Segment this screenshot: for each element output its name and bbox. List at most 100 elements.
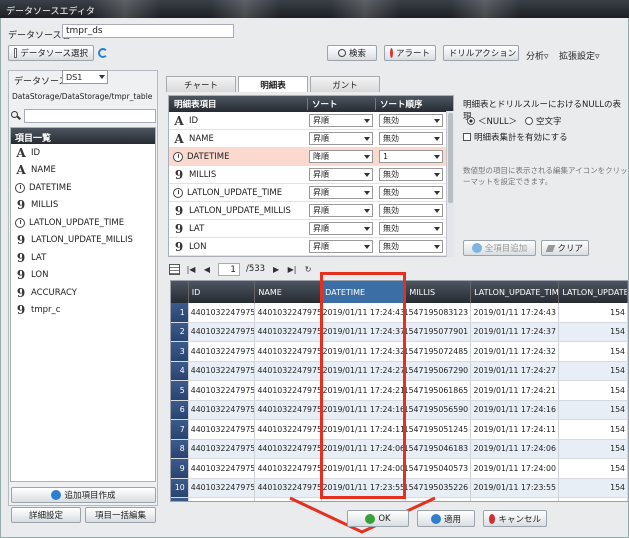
list-item[interactable]: 9 tmpr_c [11,302,155,320]
item-name: ID [189,115,199,126]
tab-detail[interactable]: 明細表 [238,76,308,92]
sort-order-select[interactable]: 無効 [379,240,443,253]
table-row[interactable]: LATLON_UPDATE_TIME 昇順 無効 [169,184,453,202]
drill-action-button[interactable]: ドリルアクション [443,45,519,61]
cancel-button[interactable]: キャンセル [483,510,547,527]
number-icon: 9 [174,239,184,254]
last-page-icon[interactable]: ▶| [287,264,297,274]
grid-cell: 2019/01/11 17:24:11 [471,420,560,439]
list-item-label: LAT [31,252,47,263]
add-all-items-button[interactable]: 全項目追加 [463,240,536,256]
sort-order-select[interactable]: 無効 [379,186,443,199]
item-search-input[interactable] [24,109,156,123]
grid-cell: 2019/01/11 17:24:00 [471,459,560,478]
sort-order-select[interactable]: 無効 [379,114,443,127]
refresh-icon[interactable] [98,48,108,58]
detail-items-scrollbar[interactable] [446,111,454,257]
extended-settings-menu[interactable]: 拡張設定▿ [559,49,600,62]
sort-select[interactable]: 昇順 [309,240,373,253]
sort-order-select[interactable]: 無効 [379,222,443,235]
chevron-down-icon [99,75,105,79]
select-datasource-button[interactable]: データソース選択 [8,45,94,61]
alert-label: アラート [395,49,430,59]
list-item-label: NAME [31,165,56,176]
analysis-menu[interactable]: 分析▿ [526,49,549,62]
clear-label: クリア [557,244,583,254]
search-icon [11,111,21,121]
list-item-label: LATLON_UPDATE_MILLIS [31,235,133,246]
tab-chart[interactable]: チャート [166,76,236,92]
table-row[interactable]: DATETIME 降順 1 [169,148,453,166]
list-item[interactable]: 9 LAT [11,249,155,267]
first-page-icon[interactable]: |◀ [186,264,196,274]
grid-cell: 440103224797527 [188,400,256,419]
column-header: 明細表項目 [174,100,217,110]
datasource-icon [14,48,18,58]
ok-button[interactable]: OK [347,510,409,527]
sort-order-select[interactable]: 1 [379,150,443,163]
scrollbar-thumb[interactable] [448,113,453,203]
grid-cell: 2019/01/11 17:23:49 [471,498,560,501]
column-header[interactable]: LATLON_UPDATE [559,281,628,303]
list-item[interactable]: A ID [11,144,155,162]
bulk-edit-button[interactable]: 項目一括編集 [85,507,156,523]
table-row[interactable]: 9 LAT 昇順 無効 [169,220,453,238]
empty-radio-option[interactable]: 空文字 [525,115,562,127]
sort-select[interactable]: 昇順 [309,114,373,127]
list-item[interactable]: 9 LATLON_UPDATE_MILLIS [11,232,155,250]
column-header[interactable]: ID [189,281,256,303]
radio-selected-icon [467,117,475,125]
list-item[interactable]: LATLON_UPDATE_TIME [11,214,155,232]
prev-page-icon[interactable]: ◀ [202,264,212,274]
sort-select[interactable]: 降順 [309,150,373,163]
sort-select[interactable]: 昇順 [309,132,373,145]
item-name-cell: DATETIME [169,151,307,162]
refresh-icon[interactable]: ↻ [303,264,313,274]
list-item[interactable]: A NAME [11,162,155,180]
table-row[interactable]: 9 MILLIS 昇順 無効 [169,166,453,184]
sort-order-select[interactable]: 無効 [379,168,443,181]
datasource-select[interactable]: DS1 [62,70,108,84]
column-header[interactable]: LATLON_UPDATE_TIME [471,281,560,303]
null-radio-option[interactable]: ＜NULL＞ [467,115,517,127]
datasource-label: データソース [14,77,68,87]
checkbox-icon [463,133,471,141]
column-header[interactable]: NAME [255,281,323,303]
column-header[interactable]: MILLIS [406,281,472,303]
table-row[interactable]: 9 LON 昇順 無効 [169,238,453,256]
list-item[interactable]: DATETIME [11,179,155,197]
page-input[interactable]: 1 [218,262,240,276]
clear-button[interactable]: クリア [541,240,589,256]
add-item-button[interactable]: 追加項目作成 [11,487,156,503]
tab-gantt[interactable]: ガント [310,76,380,92]
aggregate-checkbox[interactable]: 明細表集計を有効にする [463,131,568,143]
detail-settings-button[interactable]: 詳細設定 [11,507,81,523]
sort-select[interactable]: 昇順 [309,186,373,199]
table-row[interactable]: A ID 昇順 無効 [169,112,453,130]
datasource-name-field[interactable]: tmpr_ds [62,24,234,38]
apply-button[interactable]: 適用 [417,510,475,527]
list-item[interactable]: 9 ACCURACY [11,284,155,302]
grid-cell: 2019/01/11 17:24:37 [471,322,560,341]
alert-button[interactable]: アラート [384,45,436,61]
sort-order-select[interactable]: 無効 [379,204,443,217]
row-number: 9 [171,459,189,478]
sort-select[interactable]: 昇順 [309,168,373,181]
chevron-down-icon [434,119,440,123]
table-row[interactable]: 9 LATLON_UPDATE_MILLIS 昇順 無効 [169,202,453,220]
chevron-down-icon [364,173,370,177]
sort-order-select[interactable]: 無効 [379,132,443,145]
sort-select[interactable]: 昇順 [309,204,373,217]
chevron-down-icon [364,245,370,249]
grid-settings-icon[interactable] [169,263,180,275]
list-item[interactable]: 9 LON [11,267,155,285]
grid-cell: 154 [559,381,628,400]
table-row[interactable]: A NAME 昇順 無効 [169,130,453,148]
next-page-icon[interactable]: ▶ [271,264,281,274]
row-number: 11 [171,498,189,501]
sort-select[interactable]: 昇順 [309,222,373,235]
cancel-label: キャンセル [498,514,541,525]
chevron-down-icon [364,119,370,123]
search-button[interactable]: 検索 [327,45,377,61]
list-item[interactable]: 9 MILLIS [11,197,155,215]
